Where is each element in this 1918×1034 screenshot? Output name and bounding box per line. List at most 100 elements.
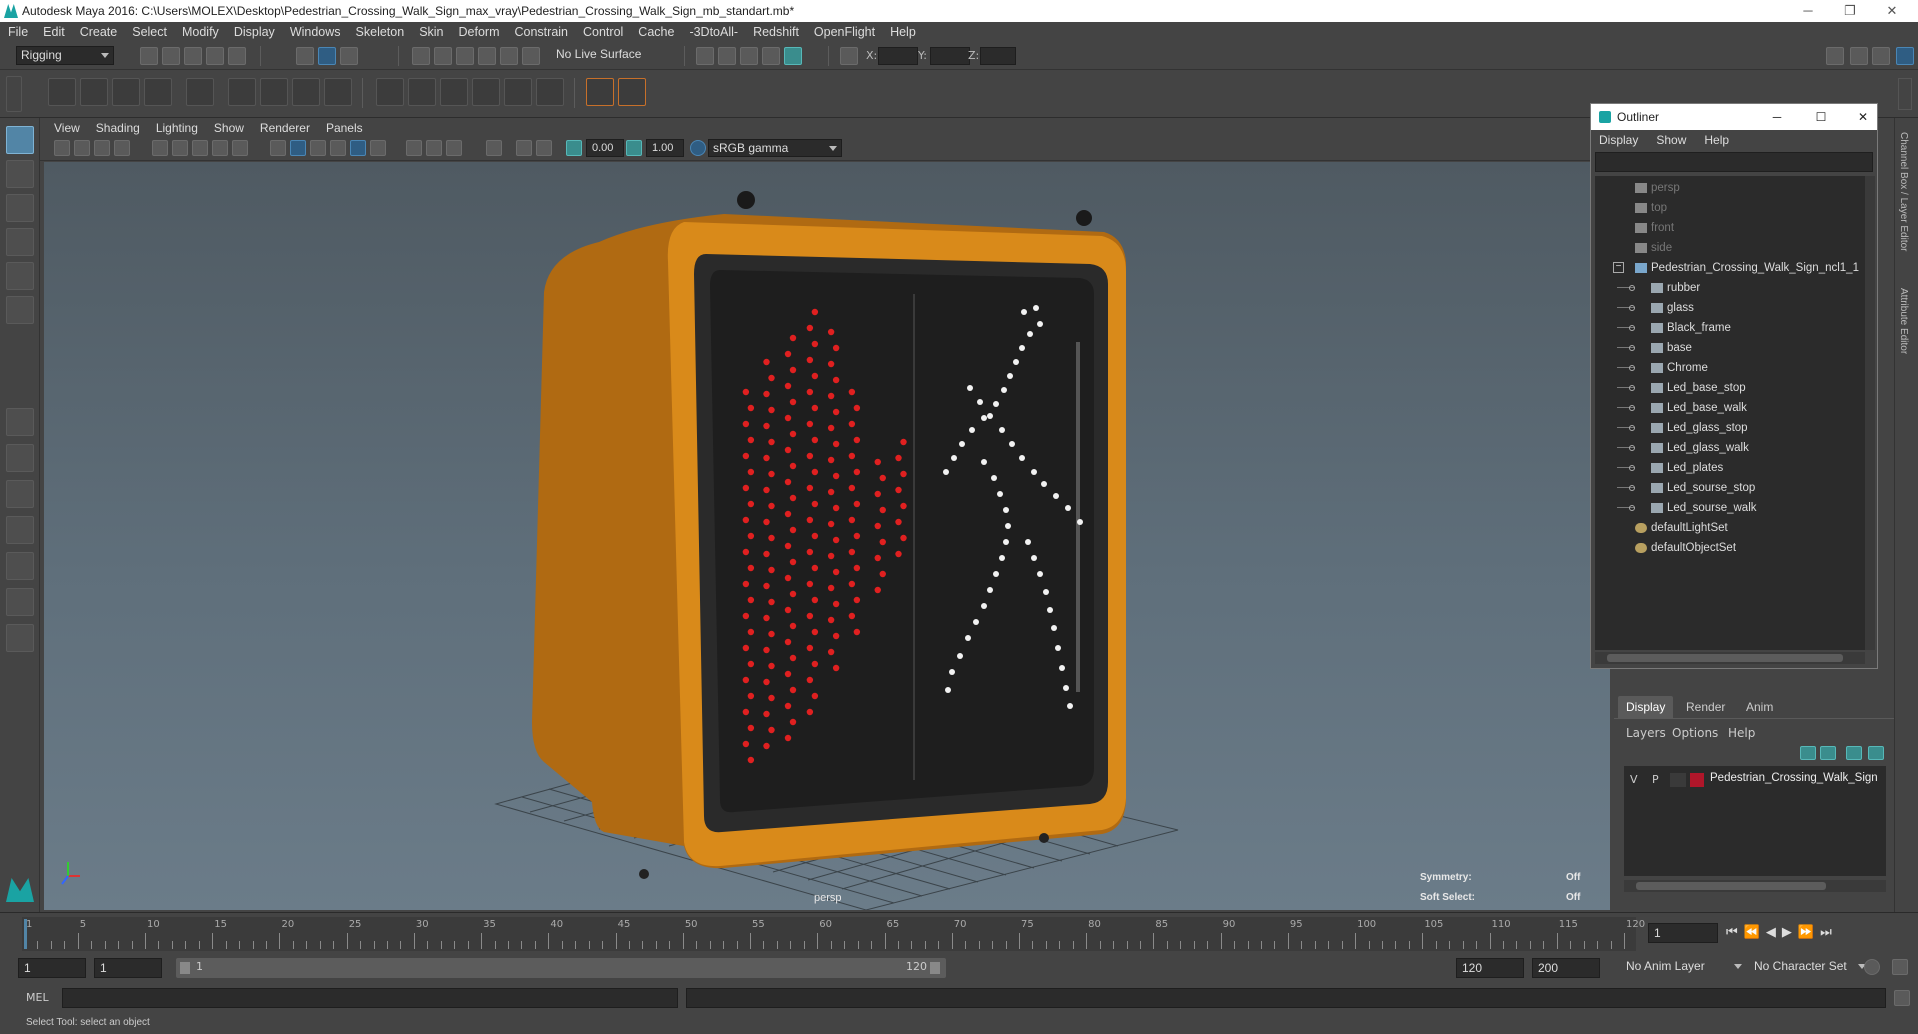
live-surface-field[interactable]: No Live Surface: [552, 46, 656, 65]
vp-menu-shading[interactable]: Shading: [96, 121, 140, 135]
menu-file[interactable]: File: [8, 25, 28, 39]
snap-live-icon[interactable]: [500, 47, 518, 65]
new-scene-icon[interactable]: [140, 47, 158, 65]
bake-icon[interactable]: [618, 78, 646, 106]
persp-graph-layout-icon[interactable]: [6, 516, 34, 544]
resolution-gate-icon[interactable]: [192, 140, 208, 156]
outliner-scroll-thumb[interactable]: [1607, 654, 1843, 662]
outliner-item[interactable]: front: [1595, 218, 1865, 238]
range-bar[interactable]: 1 120: [176, 958, 946, 978]
outliner-item[interactable]: top: [1595, 198, 1865, 218]
paint-select-tool-icon[interactable]: [6, 194, 34, 222]
menu-edit[interactable]: Edit: [43, 25, 65, 39]
undo-icon[interactable]: [206, 47, 224, 65]
ik-spline-icon[interactable]: [112, 78, 140, 106]
menu-deform[interactable]: Deform: [459, 25, 500, 39]
playback-start-field[interactable]: 1: [94, 958, 162, 978]
wireframe-on-shaded-icon[interactable]: [310, 140, 326, 156]
outliner-item[interactable]: Led_base_stop: [1595, 378, 1865, 398]
save-scene-icon[interactable]: [184, 47, 202, 65]
select-object-icon[interactable]: [318, 47, 336, 65]
vp-menu-panels[interactable]: Panels: [326, 121, 363, 135]
menu-skin[interactable]: Skin: [419, 25, 443, 39]
scale-tool-icon[interactable]: [6, 296, 34, 324]
script-editor-icon[interactable]: [1894, 990, 1910, 1006]
menu-redshift[interactable]: Redshift: [753, 25, 799, 39]
end-time-field[interactable]: 200: [1532, 958, 1600, 978]
current-time-marker[interactable]: [24, 919, 27, 949]
vp-menu-view[interactable]: View: [54, 121, 80, 135]
restore-icon[interactable]: ❐: [1832, 0, 1868, 22]
open-scene-icon[interactable]: [162, 47, 180, 65]
select-tool-icon[interactable]: [6, 126, 34, 154]
lighting-icon[interactable]: [350, 140, 366, 156]
tab-render[interactable]: Render: [1678, 696, 1733, 718]
outliner-menu-show[interactable]: Show: [1656, 133, 1686, 147]
snap-view-plane-icon[interactable]: [478, 47, 496, 65]
vp-menu-show[interactable]: Show: [214, 121, 244, 135]
menu-windows[interactable]: Windows: [290, 25, 341, 39]
render-view-icon[interactable]: [696, 47, 714, 65]
menu-control[interactable]: Control: [583, 25, 623, 39]
menu-select[interactable]: Select: [132, 25, 167, 39]
orient-constraint-icon[interactable]: [472, 78, 500, 106]
start-time-field[interactable]: 1: [18, 958, 86, 978]
minimize-icon[interactable]: ─: [1763, 104, 1791, 130]
layout-menu-icon[interactable]: [6, 624, 34, 652]
new-layer-selected-icon[interactable]: [1846, 746, 1862, 760]
collapse-icon[interactable]: −: [1613, 262, 1624, 273]
isolate-select-icon[interactable]: [406, 140, 422, 156]
persp-uv-layout-icon[interactable]: [6, 552, 34, 580]
move-layer-up-icon[interactable]: [1800, 746, 1816, 760]
view-transform-dropdown[interactable]: sRGB gamma: [708, 139, 842, 157]
layers-menu-help[interactable]: Help: [1728, 726, 1755, 740]
outliner-title-bar[interactable]: Outliner ─ ☐ ✕: [1591, 104, 1877, 130]
outliner-item[interactable]: Led_base_walk: [1595, 398, 1865, 418]
transform-mode-icon[interactable]: [840, 47, 858, 65]
redo-icon[interactable]: [228, 47, 246, 65]
ik-handle-icon[interactable]: [80, 78, 108, 106]
shelf-menu-icon[interactable]: [6, 76, 22, 112]
character-set-dropdown[interactable]: No Character Set: [1750, 958, 1870, 978]
maximize-icon[interactable]: ☐: [1807, 104, 1835, 130]
outliner-persp-layout-icon[interactable]: [6, 588, 34, 616]
channel-box-icon[interactable]: [1896, 47, 1914, 65]
ipr-render-icon[interactable]: [740, 47, 758, 65]
tool-settings-icon[interactable]: [1872, 47, 1890, 65]
joint-tool-icon[interactable]: [48, 78, 76, 106]
range-start-handle[interactable]: [180, 962, 190, 974]
exposure-icon[interactable]: [566, 140, 582, 156]
single-perspective-layout-icon[interactable]: [6, 408, 34, 436]
gamma-icon[interactable]: [626, 140, 642, 156]
attribute-editor-tab[interactable]: Attribute Editor: [1898, 288, 1909, 354]
pole-vector-icon[interactable]: [536, 78, 564, 106]
modeling-toolkit-icon[interactable]: [1826, 47, 1844, 65]
four-view-layout-icon[interactable]: [6, 444, 34, 472]
menu-display[interactable]: Display: [234, 25, 275, 39]
bind-skin-icon[interactable]: [376, 78, 404, 106]
move-tool-icon[interactable]: [6, 228, 34, 256]
layer-row[interactable]: V P Pedestrian_Crossing_Walk_Sign: [1624, 770, 1886, 790]
layers-menu-options[interactable]: Options: [1672, 726, 1718, 740]
close-icon[interactable]: ✕: [1849, 104, 1877, 130]
range-end-handle[interactable]: [930, 962, 940, 974]
menu-help[interactable]: Help: [890, 25, 916, 39]
play-icon[interactable]: ▶: [1782, 925, 1792, 940]
animation-preferences-icon[interactable]: [1892, 959, 1908, 975]
outliner-item[interactable]: Led_sourse_walk: [1595, 498, 1865, 518]
hypershade-icon[interactable]: [784, 47, 802, 65]
snap-point-icon[interactable]: [456, 47, 474, 65]
locator-icon[interactable]: [586, 78, 614, 106]
cluster-icon[interactable]: [186, 78, 214, 106]
menu-create[interactable]: Create: [80, 25, 118, 39]
x-coordinate-input[interactable]: [878, 47, 918, 65]
mirror-joint-icon[interactable]: [144, 78, 172, 106]
layer-scroll-thumb[interactable]: [1636, 882, 1826, 890]
smooth-shade-icon[interactable]: [290, 140, 306, 156]
command-input[interactable]: [62, 988, 678, 1008]
layers-menu-layers[interactable]: Layers: [1626, 726, 1666, 740]
xray-icon[interactable]: [426, 140, 442, 156]
shelf-scroll-icon[interactable]: [1898, 78, 1912, 110]
snap-projected-icon[interactable]: [522, 47, 540, 65]
paint-weights-icon[interactable]: [408, 78, 436, 106]
